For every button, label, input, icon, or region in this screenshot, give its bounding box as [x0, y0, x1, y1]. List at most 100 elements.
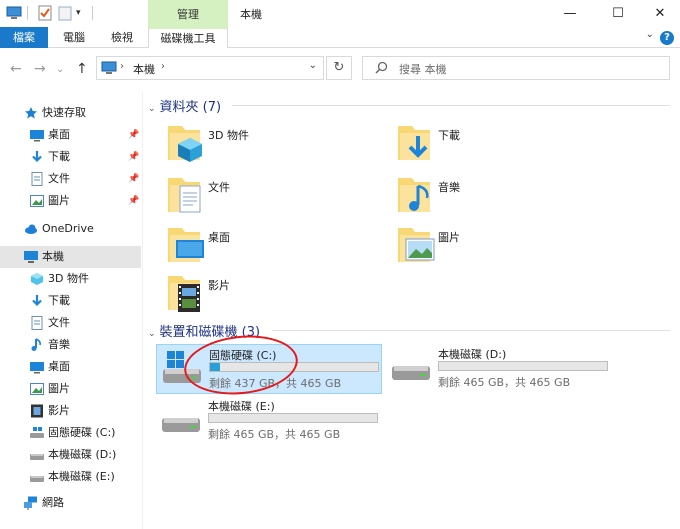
nav-this-pc[interactable]: 本機 — [0, 246, 141, 268]
this-pc-icon — [24, 250, 38, 264]
address-dropdown-icon[interactable]: ⌄ — [309, 60, 317, 71]
drive-icon — [160, 400, 204, 440]
help-icon[interactable]: ? — [660, 31, 674, 45]
pin-icon[interactable]: 📌 — [128, 190, 139, 212]
pane-divider[interactable] — [142, 92, 143, 529]
maximize-button[interactable]: ☐ — [596, 0, 640, 27]
nav-label: 桌面 — [48, 360, 70, 373]
pin-icon[interactable]: 📌 — [128, 146, 139, 168]
folder-documents[interactable]: 文件 — [166, 172, 386, 218]
windows-drive-icon — [30, 426, 44, 440]
properties-icon[interactable] — [37, 5, 53, 21]
folder-name: 圖片 — [438, 231, 460, 244]
nav-pc-desktop[interactable]: 桌面 — [0, 356, 141, 378]
tab-view[interactable]: 檢視 — [100, 27, 144, 48]
nav-quick-downloads[interactable]: 下載 📌 — [0, 146, 141, 168]
nav-label: OneDrive — [42, 222, 94, 235]
nav-network[interactable]: 網路 — [0, 492, 141, 514]
drive-e-tile[interactable]: 本機磁碟 (E:) 剩餘 465 GB，共 465 GB — [156, 396, 382, 446]
nav-pc-drive-c[interactable]: 固態硬碟 (C:) — [0, 422, 141, 444]
nav-pc-pictures[interactable]: 圖片 — [0, 378, 141, 400]
breadcrumb-this-pc[interactable]: 本機 — [133, 61, 155, 77]
desktop-icon — [30, 360, 44, 374]
documents-folder-icon — [166, 172, 210, 218]
folder-name: 音樂 — [438, 181, 460, 194]
nav-onedrive[interactable]: OneDrive — [0, 218, 141, 240]
close-button[interactable]: ✕ — [638, 0, 680, 27]
folder-desktop[interactable]: 桌面 — [166, 222, 386, 268]
nav-pc-videos[interactable]: 影片 — [0, 400, 141, 422]
new-folder-icon[interactable] — [57, 5, 73, 21]
separator — [92, 6, 93, 20]
folder-music[interactable]: 音樂 — [396, 172, 616, 218]
tab-drive-tools[interactable]: 磁碟機工具 — [148, 27, 228, 48]
document-icon — [30, 172, 44, 186]
tab-computer[interactable]: 電腦 — [54, 27, 94, 48]
3d-objects-folder-icon — [166, 120, 210, 166]
nav-label: 快速存取 — [42, 106, 86, 119]
folder-pictures[interactable]: 圖片 — [396, 222, 616, 268]
nav-pc-downloads[interactable]: 下載 — [0, 290, 141, 312]
folder-name: 下載 — [438, 129, 460, 142]
refresh-button[interactable]: ↻ — [326, 56, 352, 80]
window-title: 本機 — [240, 8, 262, 21]
drive-usage-bar — [438, 361, 608, 371]
nav-label: 圖片 — [48, 382, 70, 395]
pin-icon[interactable]: 📌 — [128, 124, 139, 146]
search-input[interactable]: 搜尋 本機 — [362, 56, 670, 80]
folder-downloads[interactable]: 下載 — [396, 120, 616, 166]
3d-objects-icon — [30, 272, 44, 286]
breadcrumb-chevron-icon[interactable]: › — [161, 61, 165, 72]
nav-quick-pictures[interactable]: 圖片 📌 — [0, 190, 141, 212]
pictures-folder-icon — [396, 222, 440, 268]
up-arrow-icon[interactable]: ↑ — [76, 61, 88, 77]
refresh-icon: ↻ — [333, 60, 345, 75]
folder-name: 文件 — [208, 181, 230, 194]
drive-name: 本機磁碟 (E:) — [208, 400, 275, 413]
recent-locations-icon[interactable]: ⌄ — [56, 64, 64, 75]
nav-label: 3D 物件 — [48, 272, 89, 285]
tab-file[interactable]: 檔案 — [0, 27, 48, 48]
nav-quick-desktop[interactable]: 桌面 📌 — [0, 124, 141, 146]
breadcrumb-chevron-icon[interactable]: › — [120, 61, 124, 72]
desktop-icon — [30, 128, 44, 142]
drive-icon — [390, 348, 434, 388]
nav-label: 本機磁碟 (E:) — [48, 470, 115, 483]
folder-videos[interactable]: 影片 — [166, 270, 386, 316]
video-icon — [30, 404, 44, 418]
nav-pc-drive-e[interactable]: 本機磁碟 (E:) — [0, 466, 141, 488]
nav-pc-3d-objects[interactable]: 3D 物件 — [0, 268, 141, 290]
folder-3d-objects[interactable]: 3D 物件 — [166, 120, 386, 166]
picture-icon — [30, 382, 44, 396]
downloads-folder-icon — [396, 120, 440, 166]
group-title: 資料夾 (7) — [159, 100, 222, 115]
nav-quick-documents[interactable]: 文件 📌 — [0, 168, 141, 190]
drive-space-info: 剩餘 465 GB，共 465 GB — [438, 376, 571, 389]
folder-name: 影片 — [208, 279, 230, 292]
folders-group-header[interactable]: ⌄ 資料夾 (7) — [148, 96, 222, 115]
group-divider — [232, 105, 670, 106]
chevron-down-icon: ⌄ — [148, 329, 156, 339]
ribbon-tabs: 檔案 電腦 檢視 磁碟機工具 ⌄ ? — [0, 27, 680, 48]
nav-pc-music[interactable]: 音樂 — [0, 334, 141, 356]
chevron-down-icon[interactable]: ⌄ — [646, 29, 654, 40]
this-pc-icon[interactable] — [6, 5, 22, 21]
back-arrow-icon[interactable]: ← — [10, 61, 22, 77]
customize-toolbar-icon[interactable]: ▾ — [76, 5, 92, 21]
nav-pc-documents[interactable]: 文件 — [0, 312, 141, 334]
drive-icon — [30, 470, 44, 484]
manage-context-tab[interactable]: 管理 — [148, 0, 228, 27]
nav-label: 影片 — [48, 404, 70, 417]
download-icon — [30, 294, 44, 308]
folder-name: 3D 物件 — [208, 129, 249, 142]
nav-pc-drive-d[interactable]: 本機磁碟 (D:) — [0, 444, 141, 466]
star-icon — [24, 106, 38, 120]
minimize-button[interactable]: — — [548, 0, 592, 27]
separator — [27, 6, 28, 20]
address-bar[interactable]: › 本機 › ⌄ — [96, 56, 324, 80]
nav-quick-access[interactable]: 快速存取 — [0, 102, 141, 124]
pin-icon[interactable]: 📌 — [128, 168, 139, 190]
drive-d-tile[interactable]: 本機磁碟 (D:) 剩餘 465 GB，共 465 GB — [386, 344, 616, 394]
forward-arrow-icon[interactable]: → — [34, 61, 46, 77]
picture-icon — [30, 194, 44, 208]
